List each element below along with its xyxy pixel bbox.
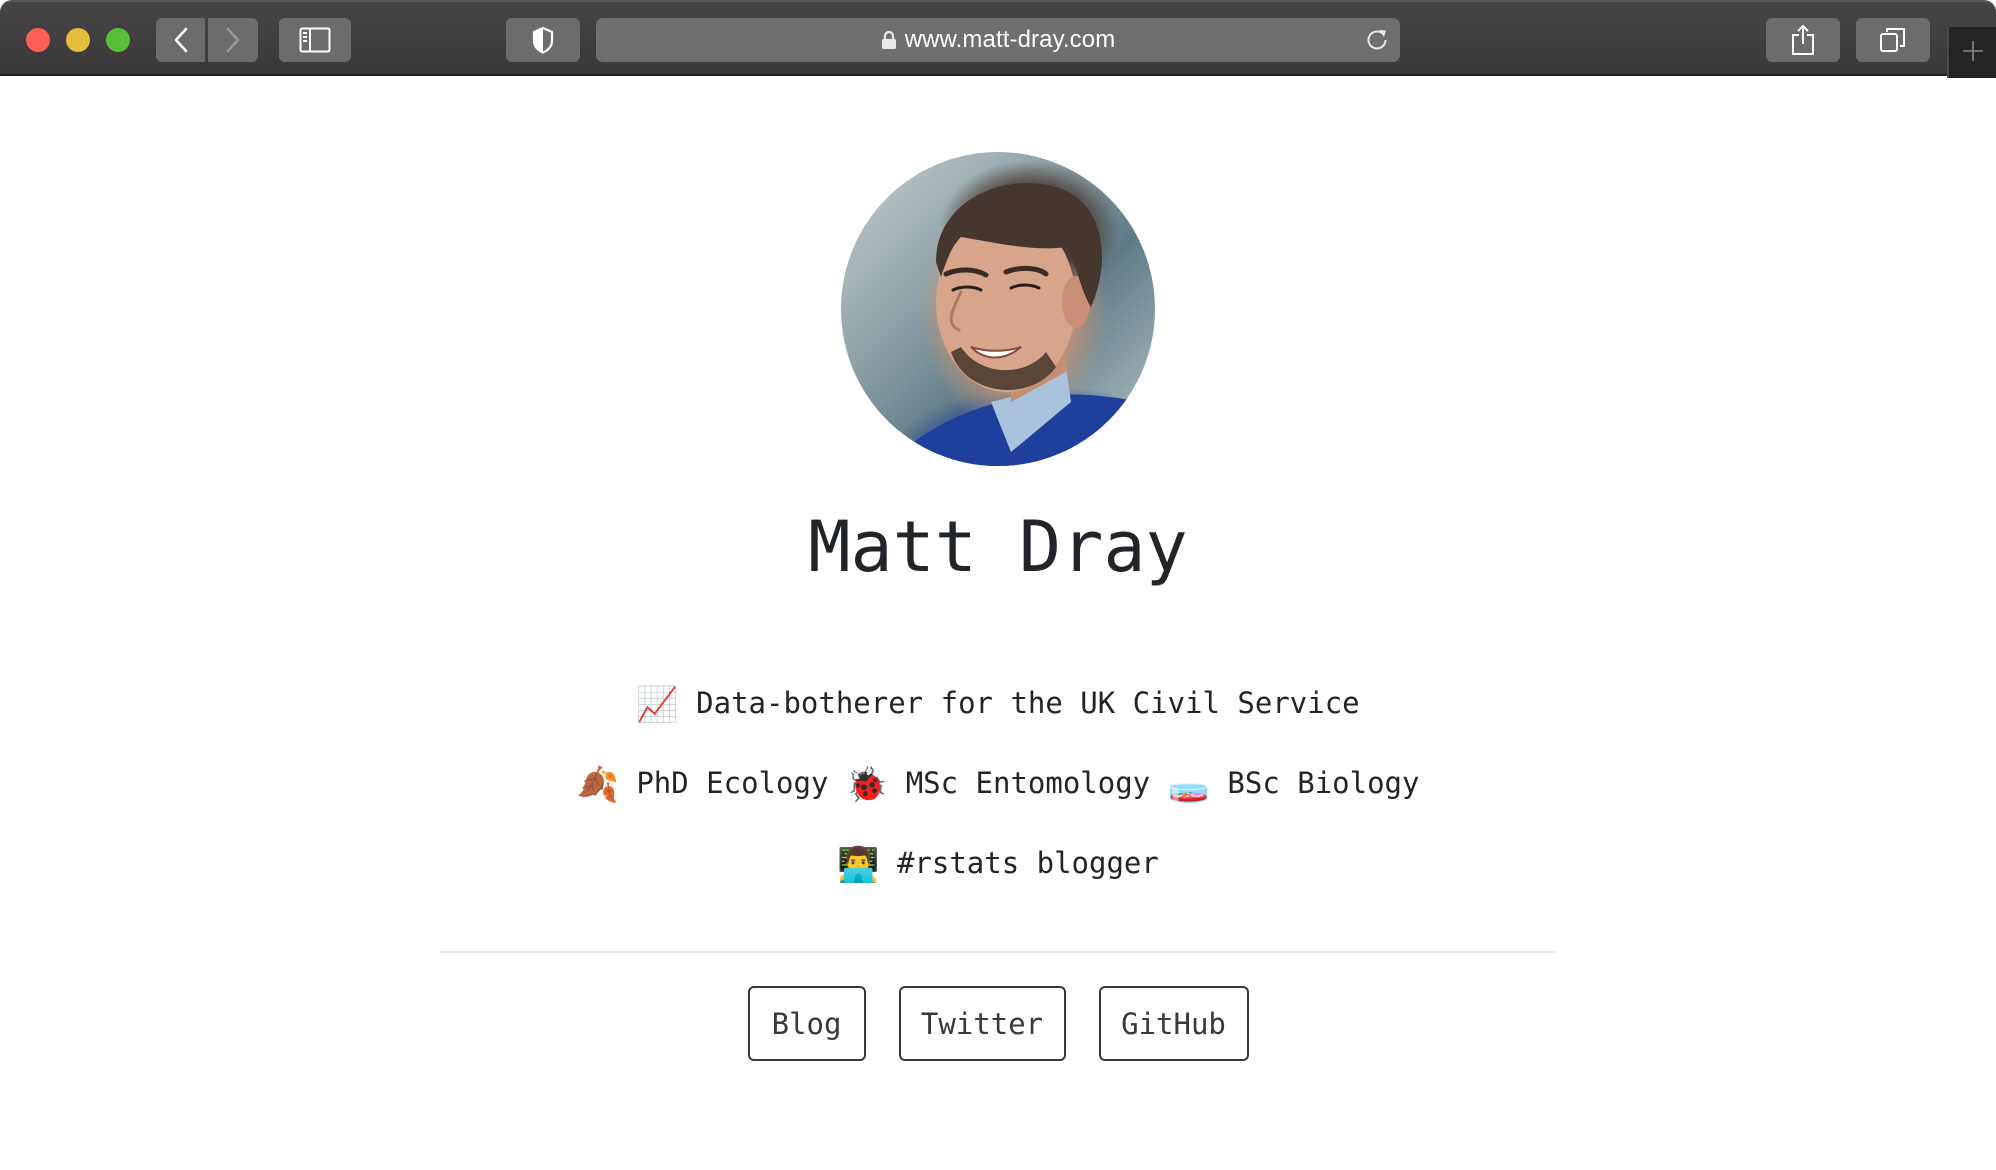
bio-line-education: 🍂 PhD Ecology 🐞 MSc Entomology 🧫 BSc Bio… — [0, 763, 1996, 805]
privacy-report-button[interactable] — [506, 18, 580, 62]
chevron-right-icon — [225, 26, 241, 54]
github-link-button[interactable]: GitHub — [1098, 986, 1249, 1061]
tab-overview-button[interactable] — [1856, 18, 1930, 62]
plus-icon — [1962, 40, 1984, 66]
bio-line-blogger: 👨‍💻 #rstats blogger — [0, 843, 1996, 885]
url-text: www.matt-dray.com — [904, 26, 1116, 53]
sidebar-toggle-button[interactable] — [279, 18, 351, 62]
minimize-window-button[interactable] — [66, 28, 90, 52]
bio-phd-text: PhD Ecology — [636, 766, 829, 800]
share-button[interactable] — [1766, 18, 1840, 62]
forward-button[interactable] — [208, 18, 258, 62]
browser-toolbar: www.matt-dray.com — [0, 0, 1996, 78]
twitter-link-button[interactable]: Twitter — [898, 986, 1066, 1061]
divider — [440, 951, 1556, 953]
petri-dish-icon: 🧫 — [1167, 765, 1210, 805]
sidebar-icon — [299, 27, 331, 53]
reload-icon[interactable] — [1364, 27, 1390, 57]
bio-line-role: 📈 Data-botherer for the UK Civil Service — [0, 683, 1996, 725]
address-bar[interactable]: www.matt-dray.com — [596, 18, 1400, 62]
lock-icon — [881, 30, 897, 50]
share-icon — [1791, 24, 1815, 56]
avatar — [841, 152, 1155, 466]
avatar-portrait — [881, 183, 1155, 466]
new-tab-button[interactable] — [1947, 27, 1996, 78]
technologist-icon: 👨‍💻 — [837, 845, 880, 885]
social-links: Blog Twitter GitHub — [0, 986, 1996, 1061]
bio-role-text: Data-botherer for the UK Civil Service — [696, 686, 1360, 720]
bio-msc-text: MSc Entomology — [905, 766, 1151, 800]
bio-bsc-text: BSc Biology — [1227, 766, 1420, 800]
shield-icon — [532, 26, 554, 54]
page-title: Matt Dray — [808, 506, 1188, 588]
bio-blogger-text: #rstats blogger — [896, 846, 1159, 880]
close-window-button[interactable] — [26, 28, 50, 52]
fallen-leaf-icon: 🍂 — [576, 765, 619, 805]
ladybug-icon: 🐞 — [845, 765, 889, 805]
chevron-left-icon — [173, 26, 189, 54]
zoom-window-button[interactable] — [106, 28, 130, 52]
chart-increasing-icon: 📈 — [636, 685, 679, 725]
blog-link-button[interactable]: Blog — [747, 986, 866, 1061]
back-button[interactable] — [156, 18, 205, 62]
tabs-overview-icon — [1879, 26, 1907, 54]
